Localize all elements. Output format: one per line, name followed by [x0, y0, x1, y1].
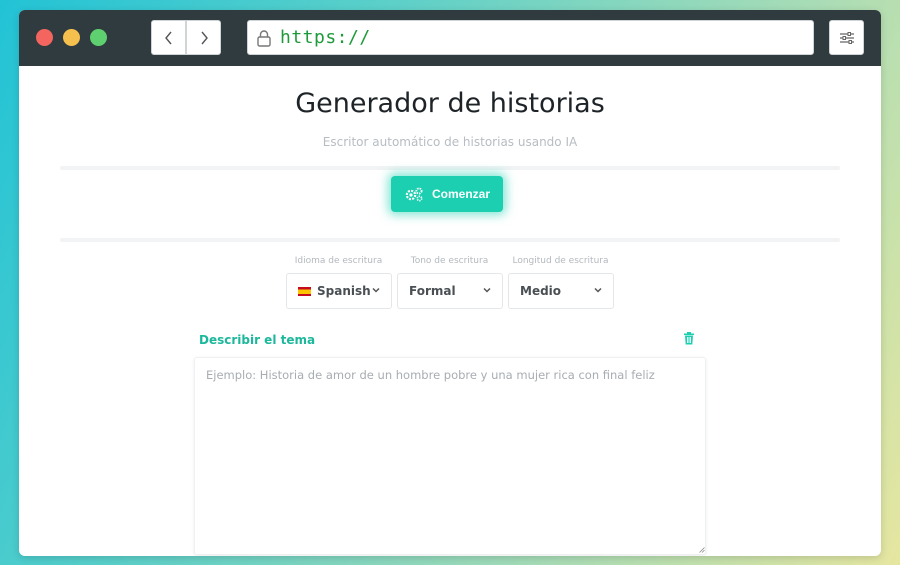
divider-top [60, 166, 840, 170]
length-value: Medio [520, 284, 562, 298]
address-bar[interactable]: https:// [247, 20, 814, 55]
trash-icon [684, 332, 694, 345]
browser-window: https:// Generador de historias Escritor… [19, 10, 881, 556]
length-select[interactable]: Medio [508, 273, 614, 309]
tone-select[interactable]: Formal [397, 273, 503, 309]
gears-icon [405, 187, 423, 202]
language-value: Spanish [317, 284, 371, 298]
chevron-down-icon [594, 287, 602, 293]
language-select[interactable]: Spanish [286, 273, 392, 309]
chevron-down-icon [372, 287, 380, 293]
minimize-window-button[interactable] [63, 29, 80, 46]
length-label: Longitud de escritura [512, 256, 609, 266]
language-label: Idioma de escritura [294, 256, 383, 266]
forward-button[interactable] [186, 20, 221, 55]
spain-flag-icon [298, 286, 311, 296]
chevron-left-icon [164, 31, 172, 44]
close-window-button[interactable] [36, 29, 53, 46]
resize-grip-icon[interactable] [699, 547, 705, 553]
lock-icon [257, 29, 271, 47]
page-content: Generador de historias Escritor automáti… [19, 66, 881, 556]
topic-label: Describir el tema [199, 333, 316, 347]
sliders-icon [839, 31, 854, 44]
start-button[interactable]: Comenzar [391, 176, 503, 212]
url-text: https:// [280, 27, 371, 48]
back-button[interactable] [151, 20, 186, 55]
browser-titlebar: https:// [19, 10, 881, 66]
tone-value: Formal [409, 284, 456, 298]
page-subtitle: Escritor automático de historias usando … [322, 135, 578, 149]
maximize-window-button[interactable] [90, 29, 107, 46]
settings-button[interactable] [829, 20, 864, 55]
chevron-down-icon [483, 287, 491, 293]
tone-label: Tono de escritura [410, 256, 489, 266]
clear-topic-button[interactable] [683, 330, 695, 349]
page-title: Generador de historias [295, 88, 605, 119]
start-button-label: Comenzar [431, 187, 490, 201]
divider-bottom [60, 238, 840, 242]
topic-textarea[interactable] [194, 357, 706, 555]
chevron-right-icon [200, 31, 208, 44]
